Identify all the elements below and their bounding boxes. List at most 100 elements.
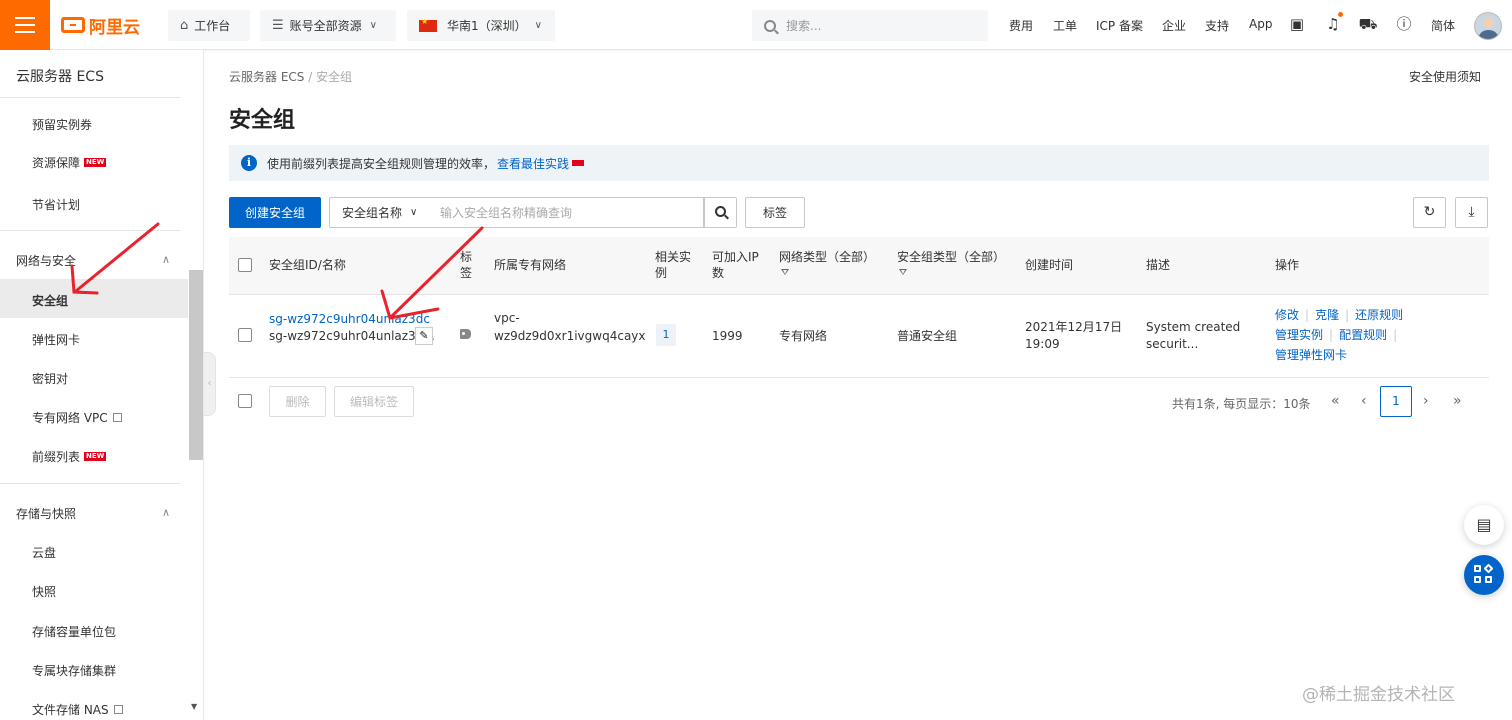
terminal-icon[interactable]: ▣	[1287, 14, 1307, 34]
filter-field-select[interactable]: 安全组名称 ∨	[329, 197, 429, 228]
aliyun-logo[interactable]: 阿里云	[61, 13, 140, 38]
sidebar-item-label: 安全组	[32, 294, 69, 308]
sidebar-item-dedicated-block-storage[interactable]: 专属块存储集群	[32, 662, 116, 679]
nav-link-support[interactable]: 支持	[1205, 17, 1229, 34]
select-all-checkbox[interactable]	[238, 258, 252, 272]
region-selector[interactable]: 华南1（深圳） ∨	[407, 10, 555, 41]
first-page-icon[interactable]: «	[1331, 393, 1340, 409]
chevron-down-icon: ∨	[410, 207, 418, 218]
top-navigation-bar: 阿里云 ⌂ 工作台 ☰ 账号全部资源 ∨ 华南1（深圳） ∨ 搜索... 费用 …	[0, 0, 1512, 50]
sidebar-group-storage-snapshot[interactable]: 存储与快照	[16, 505, 76, 522]
region-label: 华南1（深圳）	[447, 19, 527, 33]
sidebar-item-resource-guarantee[interactable]: 资源保障 NEW	[32, 154, 107, 171]
download-button[interactable]: ⤓	[1455, 197, 1488, 228]
notice-text: 使用前缀列表提高安全组规则管理的效率，	[267, 156, 496, 171]
workbench-button[interactable]: ⌂ 工作台	[168, 10, 250, 41]
resource-selector[interactable]: ☰ 账号全部资源 ∨	[260, 10, 396, 41]
nav-link-tickets[interactable]: 工单	[1053, 17, 1077, 34]
manage-instances-link[interactable]: 管理实例	[1275, 328, 1323, 342]
sidebar-group-network-security[interactable]: 网络与安全	[16, 252, 76, 269]
help-icon[interactable]: ⓘ	[1394, 14, 1414, 34]
user-avatar[interactable]	[1474, 12, 1502, 40]
hamburger-menu-button[interactable]	[0, 0, 50, 50]
related-instances-count[interactable]: 1	[656, 324, 676, 346]
security-group-id-link[interactable]: sg-wz972c9uhr04unlaz3dc	[269, 310, 430, 328]
separator: |	[1345, 308, 1350, 322]
sidebar-item-disk[interactable]: 云盘	[32, 544, 56, 561]
sidebar-scrollbar[interactable]	[189, 270, 203, 460]
sidebar-item-label: 节省计划	[32, 198, 81, 212]
refresh-icon: ↻	[1423, 204, 1436, 220]
sidebar-item-vpc[interactable]: 专有网络 VPC	[32, 409, 122, 426]
last-page-icon[interactable]: »	[1453, 393, 1462, 409]
breadcrumb-current: 安全组	[316, 70, 353, 84]
page-number-current[interactable]: 1	[1380, 386, 1412, 417]
refresh-button[interactable]: ↻	[1413, 197, 1446, 228]
sidebar-title: 云服务器 ECS	[16, 69, 104, 85]
actions-line1: 修改 | 克隆 | 还原规则	[1275, 306, 1403, 324]
column-header-sg-type[interactable]: 安全组类型（全部）	[897, 249, 1005, 265]
nav-link-enterprise[interactable]: 企业	[1162, 17, 1186, 34]
separator: |	[1329, 328, 1334, 342]
cart-icon[interactable]: ⛟	[1358, 14, 1378, 34]
sidebar-item-key-pair[interactable]: 密钥对	[32, 370, 68, 387]
sidebar-active-highlight	[0, 279, 188, 318]
edit-tags-button[interactable]: 编辑标签	[334, 386, 414, 417]
prev-page-icon[interactable]: ‹	[1361, 393, 1367, 409]
sidebar-item-security-group[interactable]: 安全组	[32, 292, 68, 309]
download-icon: ⤓	[1468, 204, 1475, 220]
sidebar-item-nas[interactable]: 文件存储 NAS	[32, 701, 123, 718]
configure-rules-link[interactable]: 配置规则	[1339, 328, 1387, 342]
filter-icon[interactable]	[781, 268, 790, 277]
row-checkbox[interactable]	[238, 328, 252, 342]
bell-icon[interactable]: ♫	[1323, 14, 1343, 34]
next-page-icon[interactable]: ›	[1423, 393, 1429, 409]
sidebar-collapse-handle[interactable]: ‹	[204, 352, 216, 416]
sidebar-item-savings-plan[interactable]: 节省计划	[32, 196, 80, 213]
filter-icon[interactable]	[899, 268, 908, 277]
global-search-input[interactable]: 搜索...	[752, 10, 988, 41]
logo-icon	[61, 17, 85, 33]
clone-link[interactable]: 克隆	[1315, 308, 1339, 322]
sidebar-item-storage-capacity-unit[interactable]: 存储容量单位包	[32, 623, 116, 640]
chevron-up-icon[interactable]: ∧	[162, 506, 170, 519]
apps-menu-button[interactable]	[1464, 555, 1504, 595]
manage-eni-link[interactable]: 管理弹性网卡	[1275, 348, 1347, 362]
column-header-network-type[interactable]: 网络类型（全部）	[779, 249, 875, 265]
chevron-up-icon[interactable]: ∧	[162, 253, 170, 266]
delete-button[interactable]: 删除	[269, 386, 326, 417]
chevron-down-icon: ∨	[369, 20, 377, 31]
chat-support-button[interactable]: ▤	[1464, 505, 1504, 545]
tag-icon[interactable]	[460, 329, 471, 339]
menu-icon-bar	[15, 31, 35, 33]
sidebar-item-snapshot[interactable]: 快照	[32, 583, 56, 600]
sidebar-item-eni[interactable]: 弹性网卡	[32, 331, 80, 348]
sidebar-item-label: 预留实例券	[32, 118, 93, 132]
nav-link-billing[interactable]: 费用	[1009, 17, 1033, 34]
scroll-down-arrow-icon[interactable]: ▼	[191, 702, 197, 711]
nav-link-app[interactable]: App	[1249, 17, 1272, 31]
filter-search-input[interactable]	[428, 197, 704, 228]
external-link-icon	[113, 705, 123, 714]
info-icon: i	[241, 155, 257, 171]
column-header-vpc: 所属专有网络	[494, 258, 567, 272]
best-practice-link[interactable]: 查看最佳实践	[497, 155, 569, 172]
sidebar-item-label: 文件存储 NAS	[32, 703, 109, 717]
modify-link[interactable]: 修改	[1275, 308, 1299, 322]
grid-icon-cell	[1485, 576, 1492, 583]
footer-select-all-checkbox[interactable]	[238, 394, 252, 408]
security-notice-link[interactable]: 安全使用须知	[1409, 68, 1481, 85]
sidebar-item-reserved-instances[interactable]: 预留实例券	[32, 116, 92, 133]
restore-rules-link[interactable]: 还原规则	[1355, 308, 1403, 322]
search-placeholder: 搜索...	[786, 19, 822, 33]
breadcrumb-parent[interactable]: 云服务器 ECS	[229, 70, 304, 84]
filter-search-button[interactable]	[704, 197, 737, 228]
create-security-group-button[interactable]: 创建安全组	[229, 197, 321, 228]
language-switch[interactable]: 简体	[1431, 17, 1455, 34]
edit-name-button[interactable]: ✎	[415, 327, 433, 345]
nav-link-icp[interactable]: ICP 备案	[1096, 17, 1143, 34]
sidebar-item-label: 专有网络 VPC	[32, 411, 108, 425]
tag-filter-button[interactable]: 标签	[745, 197, 805, 228]
notification-dot	[1338, 12, 1343, 17]
sidebar-item-prefix-list[interactable]: 前缀列表 NEW	[32, 448, 107, 465]
